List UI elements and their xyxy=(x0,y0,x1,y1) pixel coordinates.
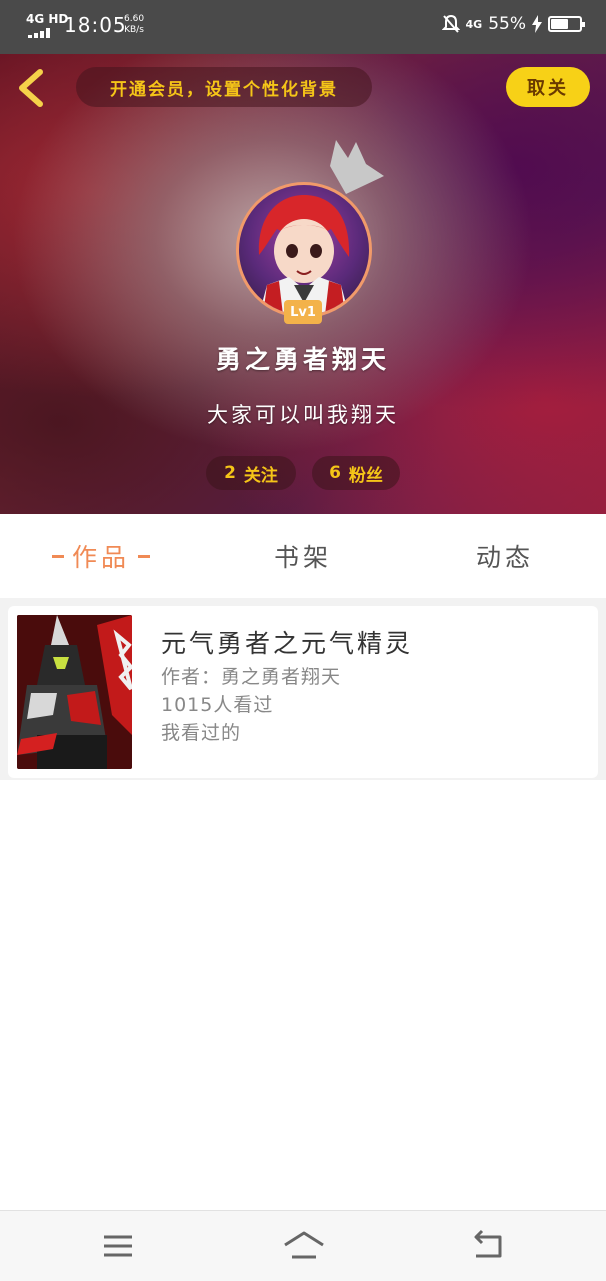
back-icon xyxy=(474,1229,502,1258)
list-item[interactable]: 元气勇者之元气精灵 作者：勇之勇者翔天 1015人看过 我看过的 xyxy=(8,606,598,778)
book-author: 作者：勇之勇者翔天 xyxy=(161,666,342,688)
back-nav-button[interactable] xyxy=(470,1229,506,1263)
tab-works[interactable]: 作品 xyxy=(0,514,202,598)
battery-icon xyxy=(548,16,585,32)
book-cover-image xyxy=(17,615,132,769)
tab-works-label: 作品 xyxy=(71,543,130,572)
works-list: 元气勇者之元气精灵 作者：勇之勇者翔天 1015人看过 我看过的 xyxy=(0,598,606,780)
book-note: 我看过的 xyxy=(161,722,242,744)
battery-percent: 55% xyxy=(488,14,526,34)
level-badge: Lv1 xyxy=(284,300,322,324)
back-button[interactable] xyxy=(14,68,50,108)
system-nav-bar xyxy=(0,1210,606,1281)
menu-icon xyxy=(104,1235,132,1257)
fans-count: 6 xyxy=(329,463,341,483)
user-signature: 大家可以叫我翔天 xyxy=(207,403,399,427)
avatar-image xyxy=(258,195,350,315)
home-button[interactable] xyxy=(282,1229,326,1263)
signal-icon xyxy=(28,28,54,38)
fans-stat[interactable]: 6 粉丝 xyxy=(312,456,400,490)
chevron-left-icon xyxy=(19,69,43,107)
user-nickname: 勇之勇者翔天 xyxy=(215,345,390,374)
following-label: 关注 xyxy=(243,465,278,486)
home-icon xyxy=(284,1231,324,1259)
network-speed: 6.60 KB/s xyxy=(124,14,144,36)
vip-banner-text: 开通会员，设置个性化背景 xyxy=(110,79,338,100)
vip-background-banner[interactable]: 开通会员，设置个性化背景 xyxy=(76,67,372,107)
tab-activity-label: 动态 xyxy=(475,543,534,572)
fans-label: 粉丝 xyxy=(348,465,383,486)
book-views: 1015人看过 xyxy=(161,694,274,716)
network-type: 4G HD xyxy=(26,12,69,26)
speed-unit: KB/s xyxy=(124,25,144,35)
tab-bookshelf-label: 书架 xyxy=(273,543,332,572)
tab-indicator-right xyxy=(138,554,150,558)
clock: 18:05 xyxy=(64,13,127,37)
avatar[interactable] xyxy=(236,182,372,318)
unfollow-button[interactable]: 取关 xyxy=(506,67,590,107)
tab-activity[interactable]: 动态 xyxy=(404,514,606,598)
network-type-right: 4G xyxy=(465,17,483,31)
tab-bookshelf[interactable]: 书架 xyxy=(202,514,404,598)
menu-button[interactable] xyxy=(100,1229,136,1263)
profile-tabs: 作品 书架 动态 xyxy=(0,514,606,606)
profile-header: 开通会员，设置个性化背景 取关 Lv1 勇之勇者翔天 大家可以叫我翔天 2 关注… xyxy=(0,54,606,514)
speed-value: 6.60 xyxy=(124,14,145,24)
following-count: 2 xyxy=(224,463,236,483)
status-bar: 4G HD 18:05 6.60 KB/s 4G 55% xyxy=(0,0,606,54)
tab-indicator-left xyxy=(51,554,64,558)
book-cover xyxy=(17,615,132,769)
charging-icon xyxy=(532,15,542,33)
book-title: 元气勇者之元气精灵 xyxy=(161,629,414,658)
following-stat[interactable]: 2 关注 xyxy=(206,456,296,490)
mute-bell-icon xyxy=(441,14,460,33)
